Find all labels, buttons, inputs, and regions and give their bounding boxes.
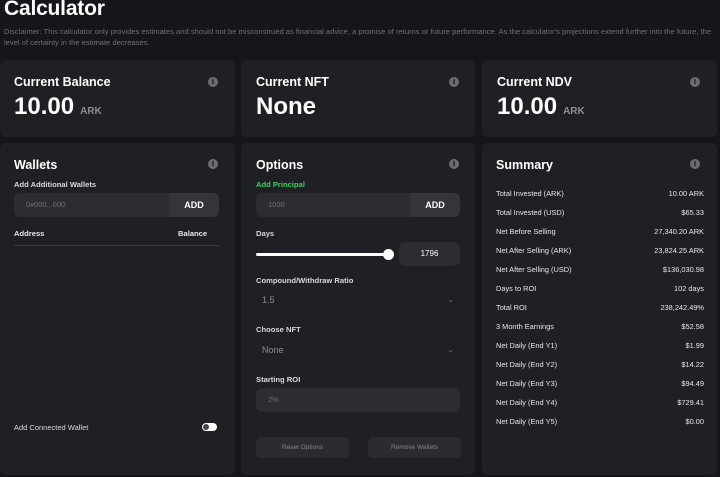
current-balance-value: 10.00 ARK	[14, 93, 102, 121]
summary-value: $1.99	[685, 341, 705, 350]
days-value-input[interactable]: 1796	[399, 242, 460, 266]
summary-row: Net Daily (End Y3) $94.49	[496, 379, 704, 391]
current-ndv-card: Current NDV i 10.00 ARK	[482, 60, 717, 137]
summary-value: $0.00	[685, 417, 705, 426]
summary-row: Net Daily (End Y5) $0.00	[496, 417, 704, 429]
summary-label: Net Before Selling	[496, 227, 556, 236]
address-column-header: Address	[14, 229, 45, 238]
connected-wallet-toggle[interactable]	[202, 423, 217, 431]
summary-row: Net Before Selling 27,340.20 ARK	[496, 227, 704, 239]
principal-input[interactable]: 1000	[256, 193, 410, 217]
summary-label: Net Daily (End Y3)	[496, 379, 558, 388]
summary-row: Total Invested (ARK) 10.00 ARK	[496, 189, 704, 201]
summary-label: Total Invested (ARK)	[496, 189, 564, 198]
current-ndv-amount: 10.00	[497, 93, 558, 120]
toggle-knob	[203, 424, 209, 430]
chevron-down-icon: ⌄	[447, 345, 454, 354]
summary-label: Days to ROI	[496, 284, 537, 293]
summary-title: Summary	[496, 158, 553, 172]
summary-label: Net After Selling (USD)	[496, 265, 572, 274]
summary-row: Net After Selling (USD) $136,030.98	[496, 265, 704, 277]
options-title: Options	[256, 158, 304, 172]
info-icon[interactable]: i	[208, 77, 218, 87]
summary-value: $14.22	[681, 360, 704, 369]
summary-row: Net Daily (End Y1) $1.99	[496, 341, 704, 353]
current-nft-card: Current NFT i None	[241, 60, 475, 137]
summary-value: 102 days	[674, 284, 704, 293]
summary-label: Net Daily (End Y2)	[496, 360, 558, 369]
current-ndv-title: Current NDV	[497, 75, 573, 89]
summary-value: 10.00 ARK	[668, 189, 704, 198]
starting-roi-label: Starting ROI	[256, 375, 301, 384]
info-icon[interactable]: i	[208, 159, 218, 169]
info-icon[interactable]: i	[690, 159, 700, 169]
wallet-address-input[interactable]: 0x000...000	[14, 193, 169, 217]
nft-select[interactable]: None ⌄	[256, 338, 460, 362]
summary-row: Total ROI 238,242.49%	[496, 303, 704, 315]
balance-column-header: Balance	[178, 229, 208, 238]
summary-row: Net Daily (End Y4) $729.41	[496, 398, 704, 410]
summary-row: 3 Month Earnings $52.58	[496, 322, 704, 334]
summary-value: $94.49	[681, 379, 704, 388]
summary-row: Net Daily (End Y2) $14.22	[496, 360, 704, 372]
wallets-title: Wallets	[14, 158, 58, 172]
days-slider-track[interactable]	[256, 253, 389, 256]
info-icon[interactable]: i	[449, 159, 459, 169]
current-balance-card: Current Balance i 10.00 ARK	[0, 60, 235, 137]
current-nft-title: Current NFT	[256, 75, 329, 89]
nft-select-value: None	[262, 345, 284, 355]
starting-roi-input[interactable]: 2%	[256, 388, 460, 412]
wallets-card: Wallets i Add Additional Wallets 0x000..…	[0, 143, 235, 475]
summary-value: $65.33	[681, 208, 704, 217]
current-balance-title: Current Balance	[14, 75, 111, 89]
chevron-down-icon: ⌄	[447, 295, 454, 304]
days-slider-thumb[interactable]	[383, 249, 394, 260]
summary-label: 3 Month Earnings	[496, 322, 554, 331]
ratio-select[interactable]: 1.5 ⌄	[256, 288, 460, 312]
add-principal-button[interactable]: ADD	[410, 193, 460, 217]
summary-row: Days to ROI 102 days	[496, 284, 704, 296]
summary-value: 27,340.20 ARK	[654, 227, 704, 236]
summary-label: Net Daily (End Y4)	[496, 398, 558, 407]
options-card: Options i Add Principal 1000 ADD Days 17…	[241, 143, 475, 475]
summary-label: Total ROI	[496, 303, 527, 312]
current-nft-value: None	[256, 93, 316, 120]
summary-card: Summary i Total Invested (ARK) 10.00 ARK …	[482, 143, 717, 475]
add-wallets-label: Add Additional Wallets	[14, 180, 97, 189]
info-icon[interactable]: i	[449, 77, 459, 87]
connected-wallet-label: Add Connected Wallet	[14, 423, 89, 432]
summary-row: Total Invested (USD) $65.33	[496, 208, 704, 220]
add-wallet-button[interactable]: ADD	[169, 193, 219, 217]
current-ndv-unit: ARK	[563, 106, 585, 117]
principal-input-group: 1000 ADD	[256, 193, 460, 217]
page-title: Calculator	[4, 0, 105, 20]
summary-label: Net Daily (End Y1)	[496, 341, 558, 350]
current-ndv-value: 10.00 ARK	[497, 93, 585, 121]
remove-wallets-button[interactable]: Remove Wallets	[368, 437, 461, 458]
summary-row: Net After Selling (ARK) 23,824.25 ARK	[496, 246, 704, 258]
current-balance-unit: ARK	[80, 106, 102, 117]
wallet-table-divider	[14, 245, 219, 246]
disclaimer-text: Disclaimer: This calculator only provide…	[4, 27, 712, 47]
summary-value: 23,824.25 ARK	[654, 246, 704, 255]
summary-value: $729.41	[677, 398, 704, 407]
days-label: Days	[256, 229, 275, 238]
summary-label: Net After Selling (ARK)	[496, 246, 572, 255]
summary-value: 238,242.49%	[660, 303, 704, 312]
current-balance-amount: 10.00	[14, 93, 75, 120]
summary-label: Total Invested (USD)	[496, 208, 565, 217]
wallet-input-group: 0x000...000 ADD	[14, 193, 219, 217]
add-principal-label: Add Principal	[256, 180, 305, 189]
choose-nft-label: Choose NFT	[256, 325, 301, 334]
ratio-select-value: 1.5	[262, 295, 275, 305]
summary-value: $136,030.98	[662, 265, 704, 274]
summary-label: Net Daily (End Y5)	[496, 417, 558, 426]
ratio-label: Compound/Withdraw Ratio	[256, 276, 354, 285]
summary-value: $52.58	[681, 322, 704, 331]
info-icon[interactable]: i	[690, 77, 700, 87]
reset-options-button[interactable]: Reset Options	[256, 437, 349, 458]
